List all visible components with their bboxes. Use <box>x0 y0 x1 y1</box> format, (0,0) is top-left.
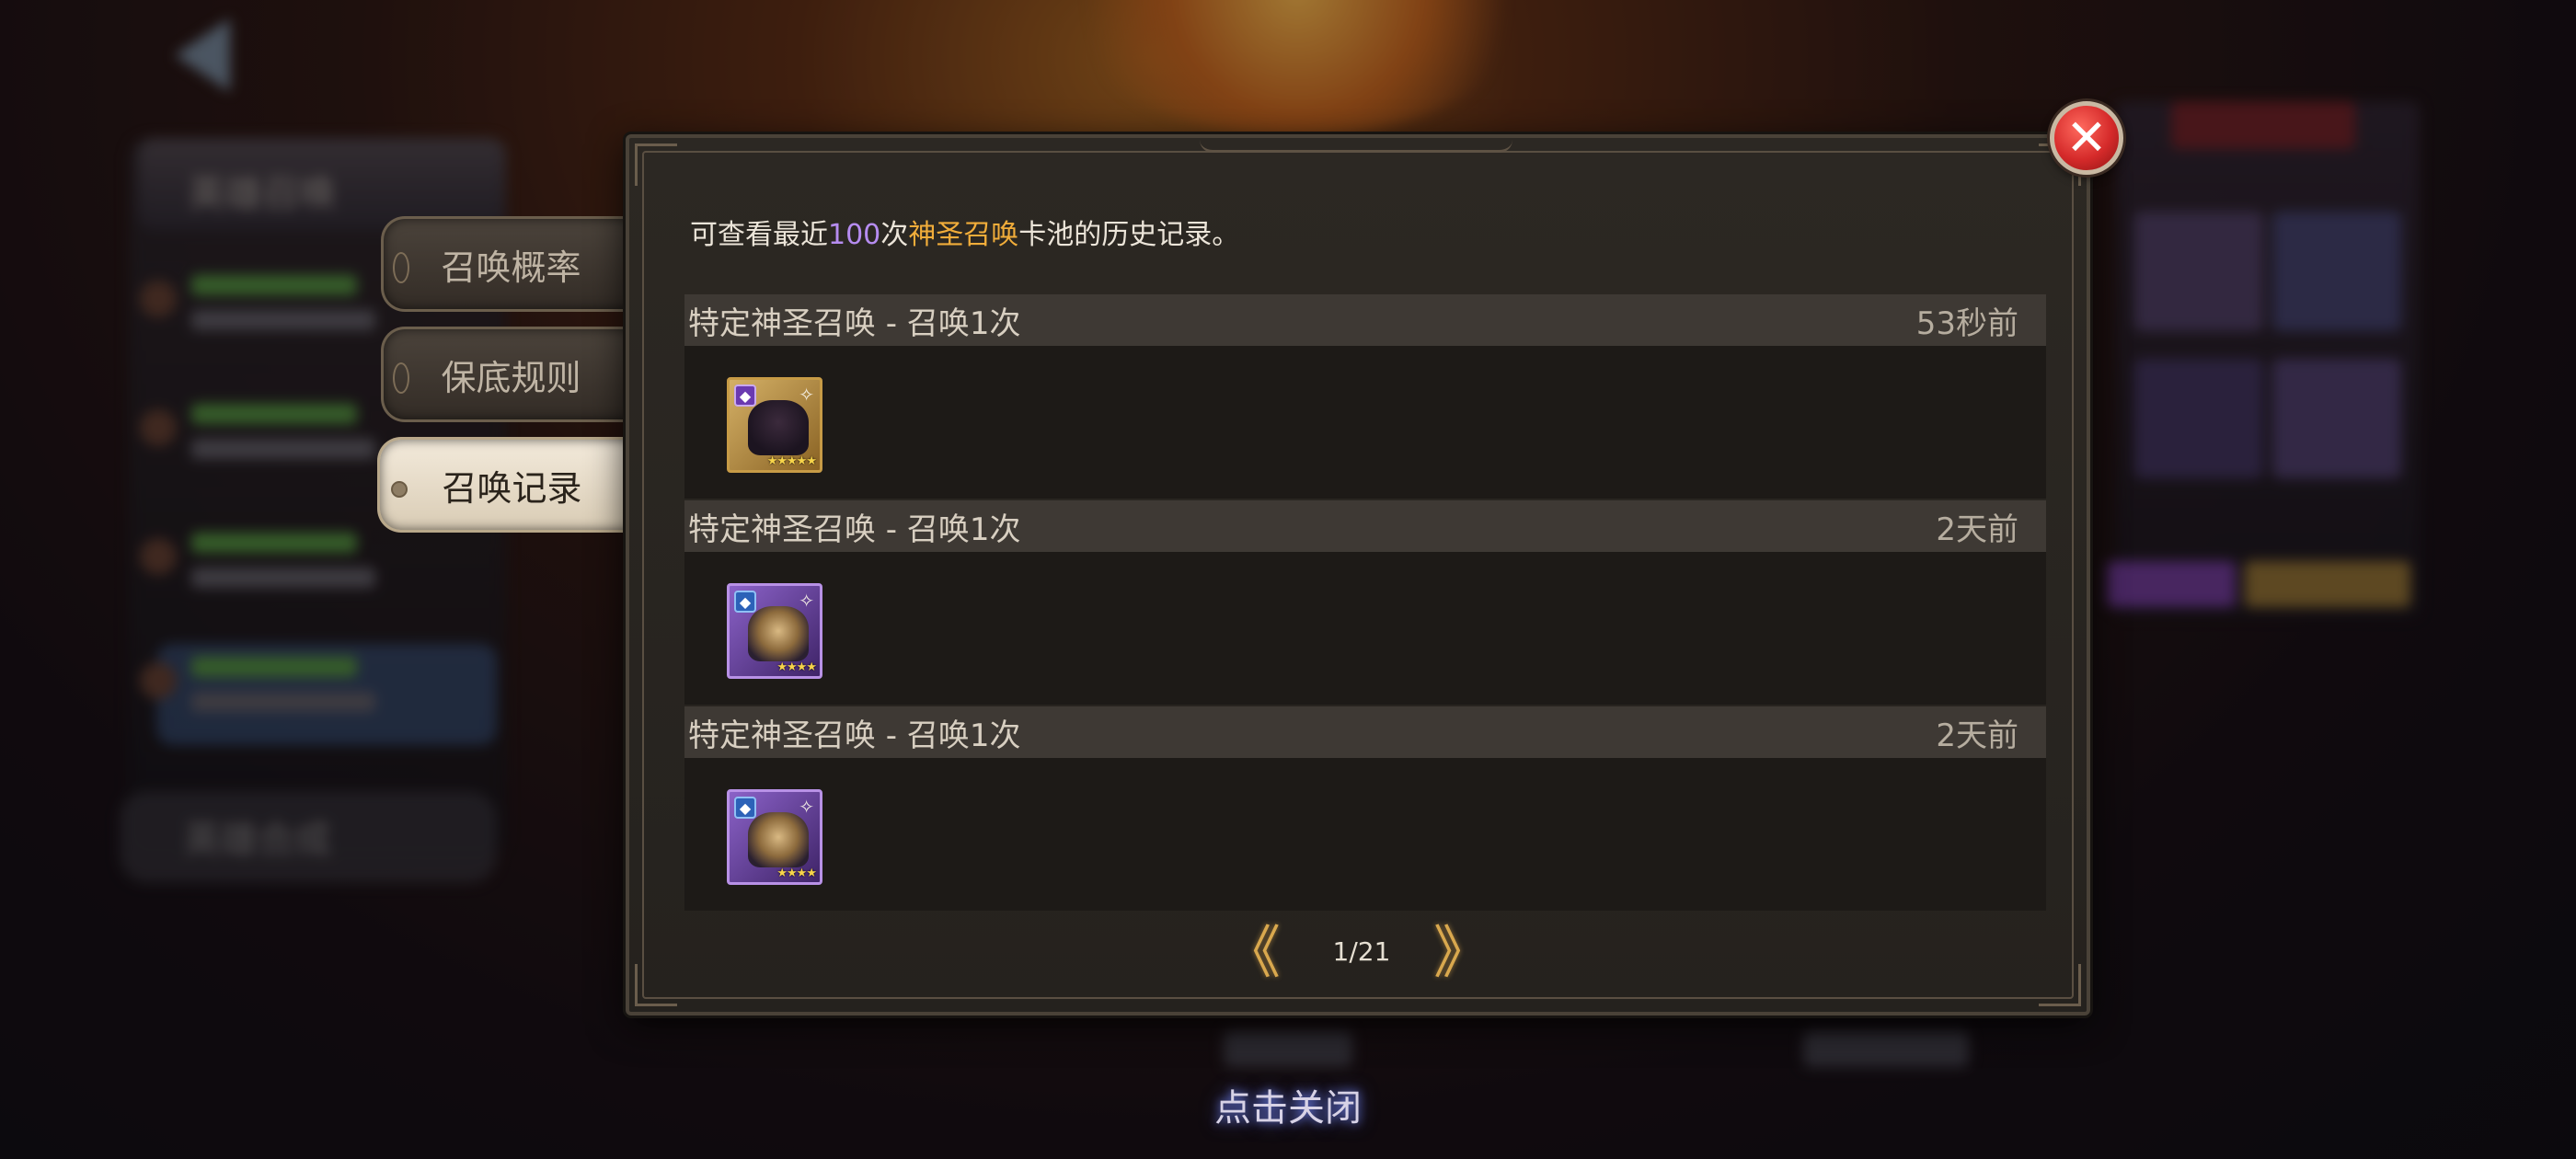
star-rating: ★★★★★ <box>766 454 817 468</box>
description-middle: 次 <box>880 219 909 251</box>
record-header: 特定神圣召唤 - 召唤1次 2天前 <box>684 706 2046 758</box>
record-time: 53秒前 <box>1915 304 2018 342</box>
water-element-icon: ◆ <box>734 591 756 613</box>
next-page-button[interactable]: 》 <box>1433 924 1490 981</box>
hero-portrait <box>748 400 809 455</box>
summon-history-dialog: 可查看最近100次神圣召唤卡池的历史记录。 特定神圣召唤 - 召唤1次 53秒前… <box>626 134 2090 1016</box>
record-time: 2天前 <box>1936 511 2018 548</box>
star-rating: ★★★★ <box>776 660 817 674</box>
pool-name: 神圣召唤 <box>908 219 1019 251</box>
hero-card[interactable]: ◆ ✧ ★★★★ <box>727 583 822 679</box>
history-count: 100 <box>828 219 881 251</box>
previous-page-button[interactable]: 《 <box>1224 924 1281 981</box>
record-header: 特定神圣召唤 - 召唤1次 2天前 <box>684 500 2046 552</box>
record-title: 特定神圣召唤 - 召唤1次 <box>688 717 1021 754</box>
history-record: 特定神圣召唤 - 召唤1次 2天前 ◆ ✧ ★★★★ <box>684 706 2046 911</box>
hero-portrait <box>748 812 809 867</box>
description-prefix: 可查看最近 <box>690 219 828 251</box>
water-element-icon: ◆ <box>734 797 756 819</box>
page-indicator: 1/21 <box>1332 936 1391 967</box>
tab-pity-rules[interactable]: 保底规则 <box>381 327 638 422</box>
hero-card[interactable]: ◆ ✧ ★★★★ <box>727 789 822 885</box>
history-record: 特定神圣召唤 - 召唤1次 2天前 ◆ ✧ ★★★★ <box>684 500 2046 705</box>
frame-corner-ornament <box>635 143 677 186</box>
frame-top-ornament <box>1200 140 1512 153</box>
tab-summon-rates[interactable]: 召唤概率 <box>381 216 638 312</box>
record-time: 2天前 <box>1936 717 2018 754</box>
hero-portrait <box>748 606 809 661</box>
wand-icon: ✧ <box>799 590 814 612</box>
record-header: 特定神圣召唤 - 召唤1次 53秒前 <box>684 294 2046 346</box>
close-button[interactable]: ✕ <box>2050 101 2123 175</box>
star-rating: ★★★★ <box>776 866 817 880</box>
history-record: 特定神圣召唤 - 召唤1次 53秒前 ◆ ✧ ★★★★★ <box>684 294 2046 499</box>
record-title: 特定神圣召唤 - 召唤1次 <box>688 304 1021 342</box>
wand-icon: ✧ <box>799 384 814 406</box>
hero-card[interactable]: ◆ ✧ ★★★★★ <box>727 377 822 473</box>
dark-element-icon: ◆ <box>734 384 756 407</box>
frame-corner-ornament <box>2039 964 2081 1006</box>
frame-corner-ornament <box>635 964 677 1006</box>
history-description: 可查看最近100次神圣召唤卡池的历史记录。 <box>690 212 1239 252</box>
tab-summon-history[interactable]: 召唤记录 <box>377 437 644 533</box>
description-suffix: 卡池的历史记录。 <box>1018 219 1240 251</box>
tap-to-close-text[interactable]: 点击关闭 <box>1205 1078 1371 1131</box>
close-icon: ✕ <box>2065 109 2108 166</box>
wand-icon: ✧ <box>799 796 814 818</box>
record-title: 特定神圣召唤 - 召唤1次 <box>688 511 1021 548</box>
